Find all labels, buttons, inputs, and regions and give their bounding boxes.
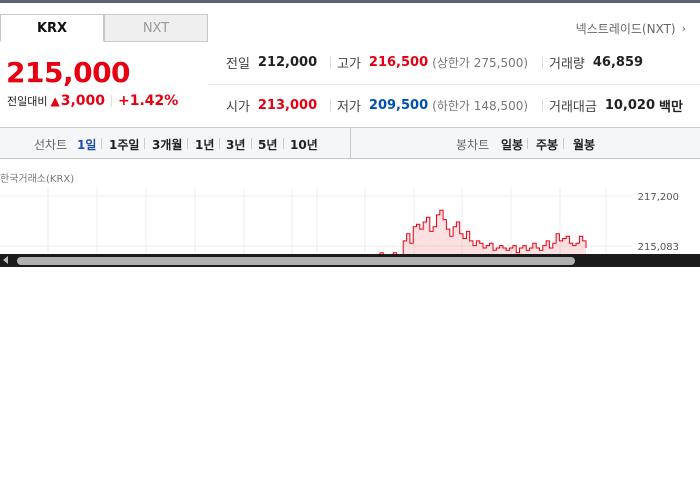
lower-limit: (하한가 148,500) (432, 97, 528, 114)
y-tick-label: 215,083 (638, 242, 679, 253)
limit-close: ) (523, 55, 529, 70)
stat-value: 10,020 (604, 97, 656, 113)
change-label: 전일대비 (7, 95, 48, 108)
nxt-link-label: 넥스트레이드(NXT) (575, 22, 676, 36)
y-tick-label: 217,200 (638, 192, 679, 203)
stat-open: 시가 213,000 (226, 95, 317, 115)
period-1w[interactable]: 1주일 (109, 136, 139, 153)
price-chart-svg: 217,200 215,083 (0, 188, 679, 254)
candle-chart-label: 봉차트 (456, 138, 490, 152)
limit-value: 148,500 (473, 98, 524, 113)
period-daily-candle[interactable]: 일봉 (501, 136, 523, 153)
chart-series-area (370, 210, 586, 254)
period-monthly-candle[interactable]: 월봉 (573, 136, 595, 153)
tab-krx[interactable]: KRX (0, 14, 104, 42)
divider (101, 138, 102, 149)
period-1d[interactable]: 1일 (77, 136, 96, 153)
stat-value: 209,500 (368, 97, 429, 113)
price-chart: 217,200 215,083 (0, 188, 700, 254)
stat-label: 거래대금 (549, 99, 597, 115)
tab-nxt[interactable]: NXT (104, 14, 208, 42)
stat-label: 전일 (226, 56, 250, 72)
stat-value: 216,500 (368, 54, 429, 70)
period-5y[interactable]: 5년 (258, 136, 277, 153)
limit-label: (하한가 (432, 98, 470, 113)
chart-period-bar: 선차트 1일 1주일 3개월 1년 3년 5년 10년 봉차트 일봉 주봉 월봉 (0, 127, 700, 159)
period-weekly-candle[interactable]: 주봉 (536, 136, 558, 153)
divider (144, 138, 145, 149)
divider (350, 128, 351, 158)
stat-value: 46,859 (592, 54, 644, 70)
price-info-table: 전일 212,000 고가 216,500 (상한가 275,500) 거래량 … (208, 42, 700, 128)
stat-volume: 거래량 46,859 (549, 52, 643, 72)
limit-value: 275,500 (473, 55, 524, 70)
divider (330, 56, 331, 69)
stat-label: 거래량 (549, 56, 585, 72)
stat-trade-value: 거래대금 10,020 백만 (549, 95, 683, 115)
stat-prev-close: 전일 212,000 (226, 52, 317, 72)
stat-label: 저가 (337, 99, 361, 115)
current-price: 215,000 (6, 56, 131, 89)
stat-value: 213,000 (257, 97, 318, 113)
change-value: 3,000 (60, 93, 106, 109)
top-border (0, 0, 700, 3)
horizontal-scrollbar[interactable] (0, 254, 700, 267)
price-change: 전일대비 ▲ 3,000 +1.42% (7, 93, 178, 109)
divider (330, 99, 331, 112)
divider (111, 95, 113, 107)
divider (283, 138, 284, 149)
scroll-left-arrow-icon[interactable] (3, 256, 8, 264)
period-3m[interactable]: 3개월 (152, 136, 182, 153)
exchange-label: 한국거래소(KRX) (0, 174, 75, 185)
divider (542, 99, 543, 112)
divider (187, 138, 188, 149)
row-divider (208, 84, 700, 85)
stat-value: 212,000 (257, 54, 318, 70)
nxt-link[interactable]: 넥스트레이드(NXT) › (576, 20, 686, 37)
line-chart-label: 선차트 (34, 138, 68, 152)
period-10y[interactable]: 10년 (290, 136, 318, 153)
stat-unit: 백만 (659, 99, 683, 115)
market-tabs: KRX NXT (0, 14, 208, 42)
divider (542, 56, 543, 69)
period-1y[interactable]: 1년 (195, 136, 214, 153)
upper-limit: (상한가 275,500) (432, 54, 528, 71)
change-percent: +1.42% (118, 93, 179, 109)
divider (219, 138, 220, 149)
limit-close: ) (523, 98, 529, 113)
divider (251, 138, 252, 149)
period-3y[interactable]: 3년 (226, 136, 245, 153)
stat-label: 고가 (337, 56, 361, 72)
chevron-right-icon: › (681, 22, 686, 35)
scroll-thumb[interactable] (17, 257, 575, 265)
stat-label: 시가 (226, 99, 250, 115)
divider (527, 138, 528, 149)
stat-low: 저가 209,500 (하한가 148,500) (337, 95, 528, 115)
limit-label: (상한가 (432, 55, 470, 70)
up-triangle-icon: ▲ (50, 94, 60, 108)
divider (563, 138, 564, 149)
stat-high: 고가 216,500 (상한가 275,500) (337, 52, 528, 72)
